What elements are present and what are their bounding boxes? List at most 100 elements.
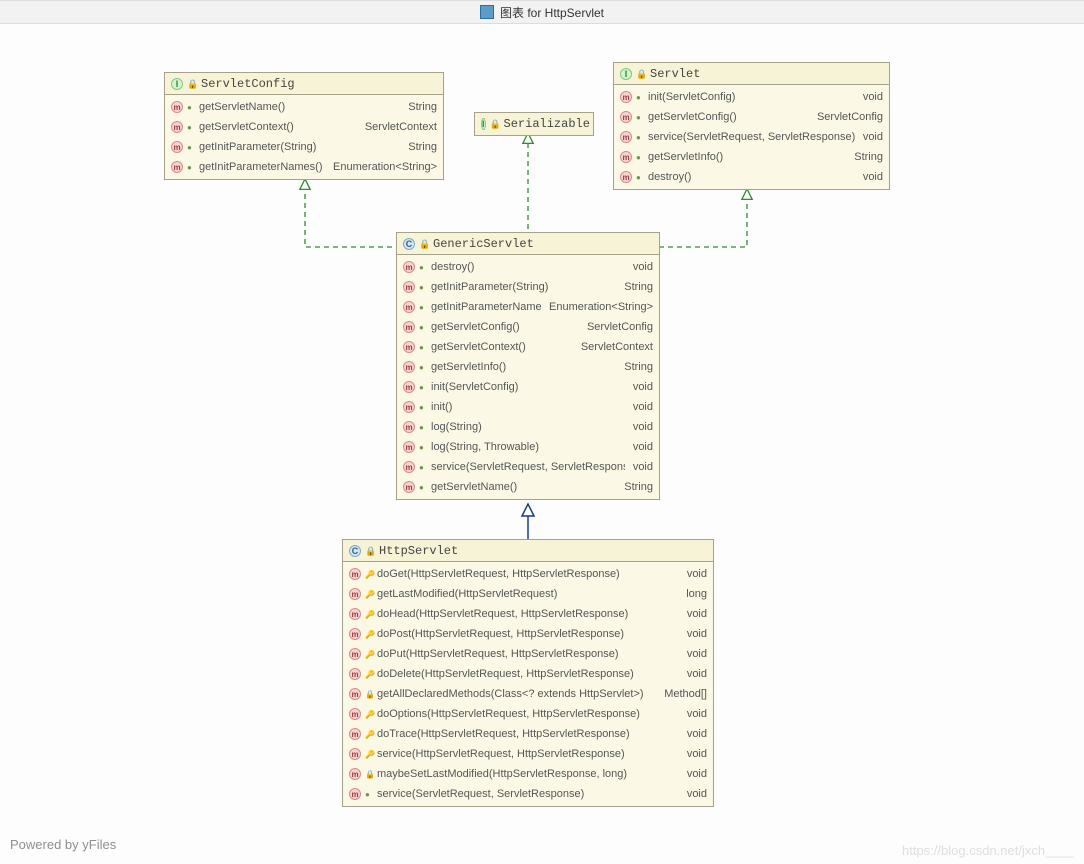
method-icon: m: [349, 648, 361, 660]
method-signature: doDelete(HttpServletRequest, HttpServlet…: [377, 668, 679, 680]
return-type: void: [683, 648, 707, 660]
method-row[interactable]: m🔑service(HttpServletRequest, HttpServle…: [343, 744, 713, 764]
return-type: ServletConfig: [813, 111, 883, 123]
method-icon: m: [349, 748, 361, 760]
method-icon: m: [349, 768, 361, 780]
method-icon: m: [171, 121, 183, 133]
box-servletconfig[interactable]: I 🔒 ServletConfig m●getServletName()Stri…: [164, 72, 444, 180]
method-row[interactable]: m●getServletInfo()String: [397, 357, 659, 377]
method-signature: doTrace(HttpServletRequest, HttpServletR…: [377, 728, 679, 740]
unlock-icon: ●: [636, 93, 644, 102]
class-icon: C: [403, 238, 415, 250]
method-icon: m: [403, 281, 415, 293]
class-name: ServletConfig: [201, 77, 295, 91]
method-row[interactable]: m●destroy()void: [397, 257, 659, 277]
method-signature: getInitParameterNames(): [431, 301, 541, 313]
method-signature: service(ServletRequest, ServletResponse): [431, 461, 625, 473]
method-row[interactable]: m🔑doTrace(HttpServletRequest, HttpServle…: [343, 724, 713, 744]
method-row[interactable]: m●getServletInfo()String: [614, 147, 889, 167]
return-type: void: [683, 748, 707, 760]
method-icon: m: [403, 341, 415, 353]
method-row[interactable]: m●service(ServletRequest, ServletRespons…: [614, 127, 889, 147]
method-row[interactable]: m●log(String, Throwable)void: [397, 437, 659, 457]
box-genericservlet[interactable]: C 🔒 GenericServlet m●destroy()voidm●getI…: [396, 232, 660, 500]
method-icon: m: [349, 628, 361, 640]
key-icon: 🔑: [365, 570, 373, 579]
lock-icon: 🔒: [636, 69, 646, 79]
method-row[interactable]: m●service(ServletRequest, ServletRespons…: [397, 457, 659, 477]
method-row[interactable]: m●init()void: [397, 397, 659, 417]
method-row[interactable]: m●getServletConfig()ServletConfig: [397, 317, 659, 337]
unlock-icon: ●: [419, 343, 427, 352]
return-type: void: [629, 381, 653, 393]
method-row[interactable]: m●getInitParameter(String)String: [165, 137, 443, 157]
method-signature: maybeSetLastModified(HttpServletResponse…: [377, 768, 679, 780]
unlock-icon: ●: [419, 323, 427, 332]
return-type: void: [629, 461, 653, 473]
method-signature: getServletInfo(): [431, 361, 616, 373]
unlock-icon: ●: [365, 790, 373, 799]
method-icon: m: [403, 481, 415, 493]
unlock-icon: ●: [419, 383, 427, 392]
box-serializable[interactable]: I 🔒 Serializable: [474, 112, 594, 136]
method-signature: getInitParameterNames(): [199, 161, 325, 173]
return-type: String: [404, 141, 437, 153]
method-icon: m: [620, 171, 632, 183]
method-row[interactable]: m🔑doGet(HttpServletRequest, HttpServletR…: [343, 564, 713, 584]
method-row[interactable]: m●init(ServletConfig)void: [614, 87, 889, 107]
method-row[interactable]: m🔑getLastModified(HttpServletRequest)lon…: [343, 584, 713, 604]
method-row[interactable]: m●getServletName()String: [165, 97, 443, 117]
method-row[interactable]: m●getInitParameterNames()Enumeration<Str…: [165, 157, 443, 177]
box-body: m ● getServletName() String m●getServletCont…: [165, 95, 443, 179]
method-row[interactable]: m●getInitParameterNames()Enumeration<Str…: [397, 297, 659, 317]
method-row[interactable]: m●getServletName()String: [397, 477, 659, 497]
method-icon: m: [349, 728, 361, 740]
unlock-icon: ●: [419, 483, 427, 492]
interface-icon: I: [171, 78, 183, 90]
return-type: String: [404, 101, 437, 113]
return-type: void: [683, 568, 707, 580]
method-row[interactable]: m●service(ServletRequest, ServletRespons…: [343, 784, 713, 804]
method-row[interactable]: m●getServletConfig()ServletConfig: [614, 107, 889, 127]
method-row[interactable]: m●getServletContext()ServletContext: [165, 117, 443, 137]
method-row[interactable]: m●destroy()void: [614, 167, 889, 187]
method-row[interactable]: m🔑doDelete(HttpServletRequest, HttpServl…: [343, 664, 713, 684]
box-header: C 🔒 GenericServlet: [397, 233, 659, 255]
method-row[interactable]: m●getInitParameter(String)String: [397, 277, 659, 297]
method-icon: m: [349, 668, 361, 680]
return-type: void: [629, 441, 653, 453]
method-icon: m: [403, 361, 415, 373]
method-row[interactable]: m 🔒 maybeSetLastModified(HttpServletRespon…: [343, 764, 713, 784]
unlock-icon: ●: [419, 403, 427, 412]
method-row[interactable]: m🔒getAllDeclaredMethods(Class<? extends …: [343, 684, 713, 704]
lock-icon: 🔒: [365, 770, 373, 779]
method-row[interactable]: m🔑doOptions(HttpServletRequest, HttpServ…: [343, 704, 713, 724]
method-row[interactable]: m●log(String)void: [397, 417, 659, 437]
method-signature: getLastModified(HttpServletRequest): [377, 588, 678, 600]
method-signature: destroy(): [648, 171, 855, 183]
method-row[interactable]: m🔑doPost(HttpServletRequest, HttpServlet…: [343, 624, 713, 644]
method-signature: destroy(): [431, 261, 625, 273]
box-servlet[interactable]: I 🔒 Servlet m●init(ServletConfig)voidm●g…: [613, 62, 890, 190]
method-icon: m: [171, 141, 183, 153]
method-row[interactable]: m🔑doHead(HttpServletRequest, HttpServlet…: [343, 604, 713, 624]
diagram-canvas: I 🔒 ServletConfig m ● getServletName() Stri…: [0, 24, 1084, 864]
method-signature: service(ServletRequest, ServletResponse): [648, 131, 855, 143]
return-type: ServletContext: [577, 341, 653, 353]
method-signature: doGet(HttpServletRequest, HttpServletRes…: [377, 568, 679, 580]
return-type: void: [683, 608, 707, 620]
unlock-icon: ●: [419, 443, 427, 452]
unlock-icon: ●: [419, 263, 427, 272]
unlock-icon: ●: [187, 143, 195, 152]
title-bar: 图表 for HttpServlet: [0, 0, 1084, 24]
unlock-icon: ●: [187, 103, 195, 112]
method-signature: getInitParameter(String): [431, 281, 616, 293]
method-icon: m: [620, 151, 632, 163]
method-signature: getServletName(): [199, 101, 400, 113]
return-type: void: [683, 728, 707, 740]
key-icon: 🔑: [365, 750, 373, 759]
box-httpservlet[interactable]: C 🔒 HttpServlet m🔑doGet(HttpServletReque…: [342, 539, 714, 807]
method-row[interactable]: m●init(ServletConfig)void: [397, 377, 659, 397]
method-row[interactable]: m●getServletContext()ServletContext: [397, 337, 659, 357]
method-row[interactable]: m🔑doPut(HttpServletRequest, HttpServletR…: [343, 644, 713, 664]
